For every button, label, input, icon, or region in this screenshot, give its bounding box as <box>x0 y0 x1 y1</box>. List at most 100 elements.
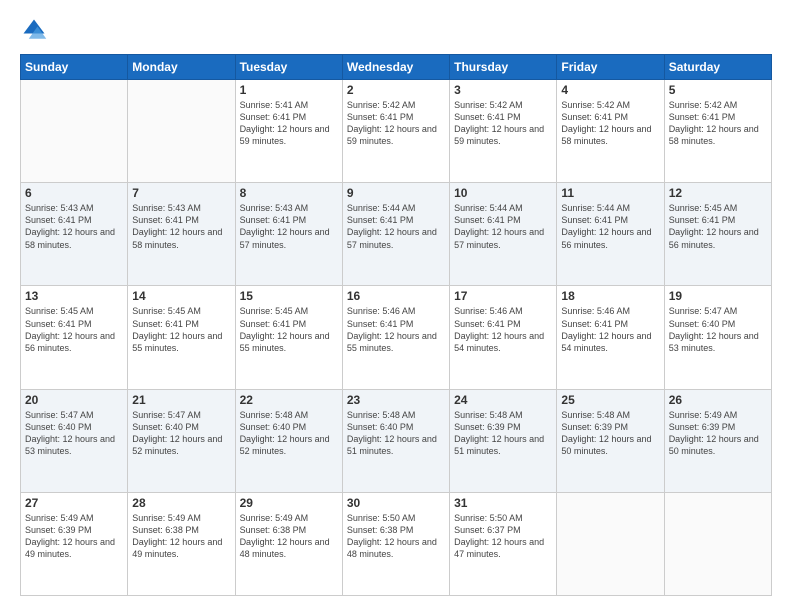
day-detail: Sunrise: 5:47 AMSunset: 6:40 PMDaylight:… <box>669 305 767 354</box>
day-number: 19 <box>669 289 767 303</box>
day-detail: Sunrise: 5:44 AMSunset: 6:41 PMDaylight:… <box>347 202 445 251</box>
day-detail: Sunrise: 5:43 AMSunset: 6:41 PMDaylight:… <box>25 202 123 251</box>
day-detail: Sunrise: 5:49 AMSunset: 6:38 PMDaylight:… <box>132 512 230 561</box>
day-detail: Sunrise: 5:49 AMSunset: 6:38 PMDaylight:… <box>240 512 338 561</box>
day-number: 21 <box>132 393 230 407</box>
calendar-cell: 16 Sunrise: 5:46 AMSunset: 6:41 PMDayligh… <box>342 286 449 389</box>
calendar-cell <box>128 80 235 183</box>
calendar-cell: 11Sunrise: 5:44 AMSunset: 6:41 PMDayligh… <box>557 183 664 286</box>
day-detail: Sunrise: 5:43 AMSunset: 6:41 PMDaylight:… <box>132 202 230 251</box>
day-number: 31 <box>454 496 552 510</box>
calendar-cell: 14Sunrise: 5:45 AMSunset: 6:41 PMDayligh… <box>128 286 235 389</box>
day-detail: Sunrise: 5:47 AMSunset: 6:40 PMDaylight:… <box>132 409 230 458</box>
day-number: 11 <box>561 186 659 200</box>
day-number: 24 <box>454 393 552 407</box>
day-number: 5 <box>669 83 767 97</box>
calendar-header-row: SundayMondayTuesdayWednesdayThursdayFrid… <box>21 55 772 80</box>
calendar-cell: 17Sunrise: 5:46 AMSunset: 6:41 PMDayligh… <box>450 286 557 389</box>
day-detail: Sunrise: 5:45 AMSunset: 6:41 PMDaylight:… <box>240 305 338 354</box>
day-number: 7 <box>132 186 230 200</box>
calendar-week-3: 13 Sunrise: 5:45 AMSunset: 6:41 PMDayligh… <box>21 286 772 389</box>
calendar-cell: 8Sunrise: 5:43 AMSunset: 6:41 PMDaylight… <box>235 183 342 286</box>
day-detail: Sunrise: 5:46 AMSunset: 6:41 PMDaylight:… <box>347 305 445 354</box>
calendar-cell: 24Sunrise: 5:48 AMSunset: 6:39 PMDayligh… <box>450 389 557 492</box>
day-number: 6 <box>25 186 123 200</box>
calendar-header-thursday: Thursday <box>450 55 557 80</box>
day-detail: Sunrise: 5:48 AMSunset: 6:39 PMDaylight:… <box>561 409 659 458</box>
calendar-cell: 9 Sunrise: 5:44 AMSunset: 6:41 PMDaylight… <box>342 183 449 286</box>
calendar-cell <box>664 492 771 595</box>
calendar-cell: 5 Sunrise: 5:42 AMSunset: 6:41 PMDaylight… <box>664 80 771 183</box>
calendar-header-monday: Monday <box>128 55 235 80</box>
day-number: 12 <box>669 186 767 200</box>
day-number: 13 <box>25 289 123 303</box>
day-number: 10 <box>454 186 552 200</box>
calendar-cell: 30 Sunrise: 5:50 AMSunset: 6:38 PMDayligh… <box>342 492 449 595</box>
day-detail: Sunrise: 5:46 AMSunset: 6:41 PMDaylight:… <box>561 305 659 354</box>
calendar-cell: 20 Sunrise: 5:47 AMSunset: 6:40 PMDayligh… <box>21 389 128 492</box>
calendar-week-5: 27 Sunrise: 5:49 AMSunset: 6:39 PMDayligh… <box>21 492 772 595</box>
day-number: 29 <box>240 496 338 510</box>
calendar-cell <box>557 492 664 595</box>
day-detail: Sunrise: 5:45 AMSunset: 6:41 PMDaylight:… <box>132 305 230 354</box>
calendar-cell <box>21 80 128 183</box>
calendar-header-tuesday: Tuesday <box>235 55 342 80</box>
logo-icon <box>20 16 48 44</box>
day-number: 1 <box>240 83 338 97</box>
day-detail: Sunrise: 5:48 AMSunset: 6:40 PMDaylight:… <box>240 409 338 458</box>
day-detail: Sunrise: 5:42 AMSunset: 6:41 PMDaylight:… <box>347 99 445 148</box>
day-detail: Sunrise: 5:50 AMSunset: 6:37 PMDaylight:… <box>454 512 552 561</box>
calendar-cell: 6 Sunrise: 5:43 AMSunset: 6:41 PMDaylight… <box>21 183 128 286</box>
calendar-cell: 1 Sunrise: 5:41 AMSunset: 6:41 PMDaylight… <box>235 80 342 183</box>
calendar-cell: 27 Sunrise: 5:49 AMSunset: 6:39 PMDayligh… <box>21 492 128 595</box>
day-number: 28 <box>132 496 230 510</box>
calendar-week-2: 6 Sunrise: 5:43 AMSunset: 6:41 PMDaylight… <box>21 183 772 286</box>
day-number: 2 <box>347 83 445 97</box>
calendar-cell: 22 Sunrise: 5:48 AMSunset: 6:40 PMDayligh… <box>235 389 342 492</box>
calendar-cell: 18 Sunrise: 5:46 AMSunset: 6:41 PMDayligh… <box>557 286 664 389</box>
day-detail: Sunrise: 5:50 AMSunset: 6:38 PMDaylight:… <box>347 512 445 561</box>
calendar-cell: 4Sunrise: 5:42 AMSunset: 6:41 PMDaylight… <box>557 80 664 183</box>
logo <box>20 16 52 44</box>
calendar-week-1: 1 Sunrise: 5:41 AMSunset: 6:41 PMDaylight… <box>21 80 772 183</box>
calendar-cell: 7 Sunrise: 5:43 AMSunset: 6:41 PMDaylight… <box>128 183 235 286</box>
calendar-header-saturday: Saturday <box>664 55 771 80</box>
day-number: 16 <box>347 289 445 303</box>
day-detail: Sunrise: 5:45 AMSunset: 6:41 PMDaylight:… <box>669 202 767 251</box>
calendar-header-sunday: Sunday <box>21 55 128 80</box>
day-number: 27 <box>25 496 123 510</box>
calendar-cell: 3Sunrise: 5:42 AMSunset: 6:41 PMDaylight… <box>450 80 557 183</box>
page: SundayMondayTuesdayWednesdayThursdayFrid… <box>0 0 792 612</box>
calendar-cell: 31 Sunrise: 5:50 AMSunset: 6:37 PMDayligh… <box>450 492 557 595</box>
calendar-week-4: 20 Sunrise: 5:47 AMSunset: 6:40 PMDayligh… <box>21 389 772 492</box>
day-number: 22 <box>240 393 338 407</box>
day-detail: Sunrise: 5:46 AMSunset: 6:41 PMDaylight:… <box>454 305 552 354</box>
day-number: 9 <box>347 186 445 200</box>
calendar-cell: 2 Sunrise: 5:42 AMSunset: 6:41 PMDaylight… <box>342 80 449 183</box>
day-number: 15 <box>240 289 338 303</box>
day-detail: Sunrise: 5:44 AMSunset: 6:41 PMDaylight:… <box>454 202 552 251</box>
day-detail: Sunrise: 5:49 AMSunset: 6:39 PMDaylight:… <box>25 512 123 561</box>
day-number: 20 <box>25 393 123 407</box>
calendar-cell: 13 Sunrise: 5:45 AMSunset: 6:41 PMDayligh… <box>21 286 128 389</box>
day-detail: Sunrise: 5:49 AMSunset: 6:39 PMDaylight:… <box>669 409 767 458</box>
day-number: 25 <box>561 393 659 407</box>
day-detail: Sunrise: 5:45 AMSunset: 6:41 PMDaylight:… <box>25 305 123 354</box>
day-number: 26 <box>669 393 767 407</box>
day-detail: Sunrise: 5:42 AMSunset: 6:41 PMDaylight:… <box>669 99 767 148</box>
day-number: 30 <box>347 496 445 510</box>
header <box>20 16 772 44</box>
day-detail: Sunrise: 5:48 AMSunset: 6:40 PMDaylight:… <box>347 409 445 458</box>
calendar-cell: 28 Sunrise: 5:49 AMSunset: 6:38 PMDayligh… <box>128 492 235 595</box>
day-number: 23 <box>347 393 445 407</box>
calendar-table: SundayMondayTuesdayWednesdayThursdayFrid… <box>20 54 772 596</box>
day-detail: Sunrise: 5:41 AMSunset: 6:41 PMDaylight:… <box>240 99 338 148</box>
day-number: 4 <box>561 83 659 97</box>
calendar-cell: 12 Sunrise: 5:45 AMSunset: 6:41 PMDayligh… <box>664 183 771 286</box>
calendar-cell: 23 Sunrise: 5:48 AMSunset: 6:40 PMDayligh… <box>342 389 449 492</box>
day-number: 18 <box>561 289 659 303</box>
day-detail: Sunrise: 5:43 AMSunset: 6:41 PMDaylight:… <box>240 202 338 251</box>
day-number: 3 <box>454 83 552 97</box>
calendar-cell: 26 Sunrise: 5:49 AMSunset: 6:39 PMDayligh… <box>664 389 771 492</box>
day-detail: Sunrise: 5:47 AMSunset: 6:40 PMDaylight:… <box>25 409 123 458</box>
